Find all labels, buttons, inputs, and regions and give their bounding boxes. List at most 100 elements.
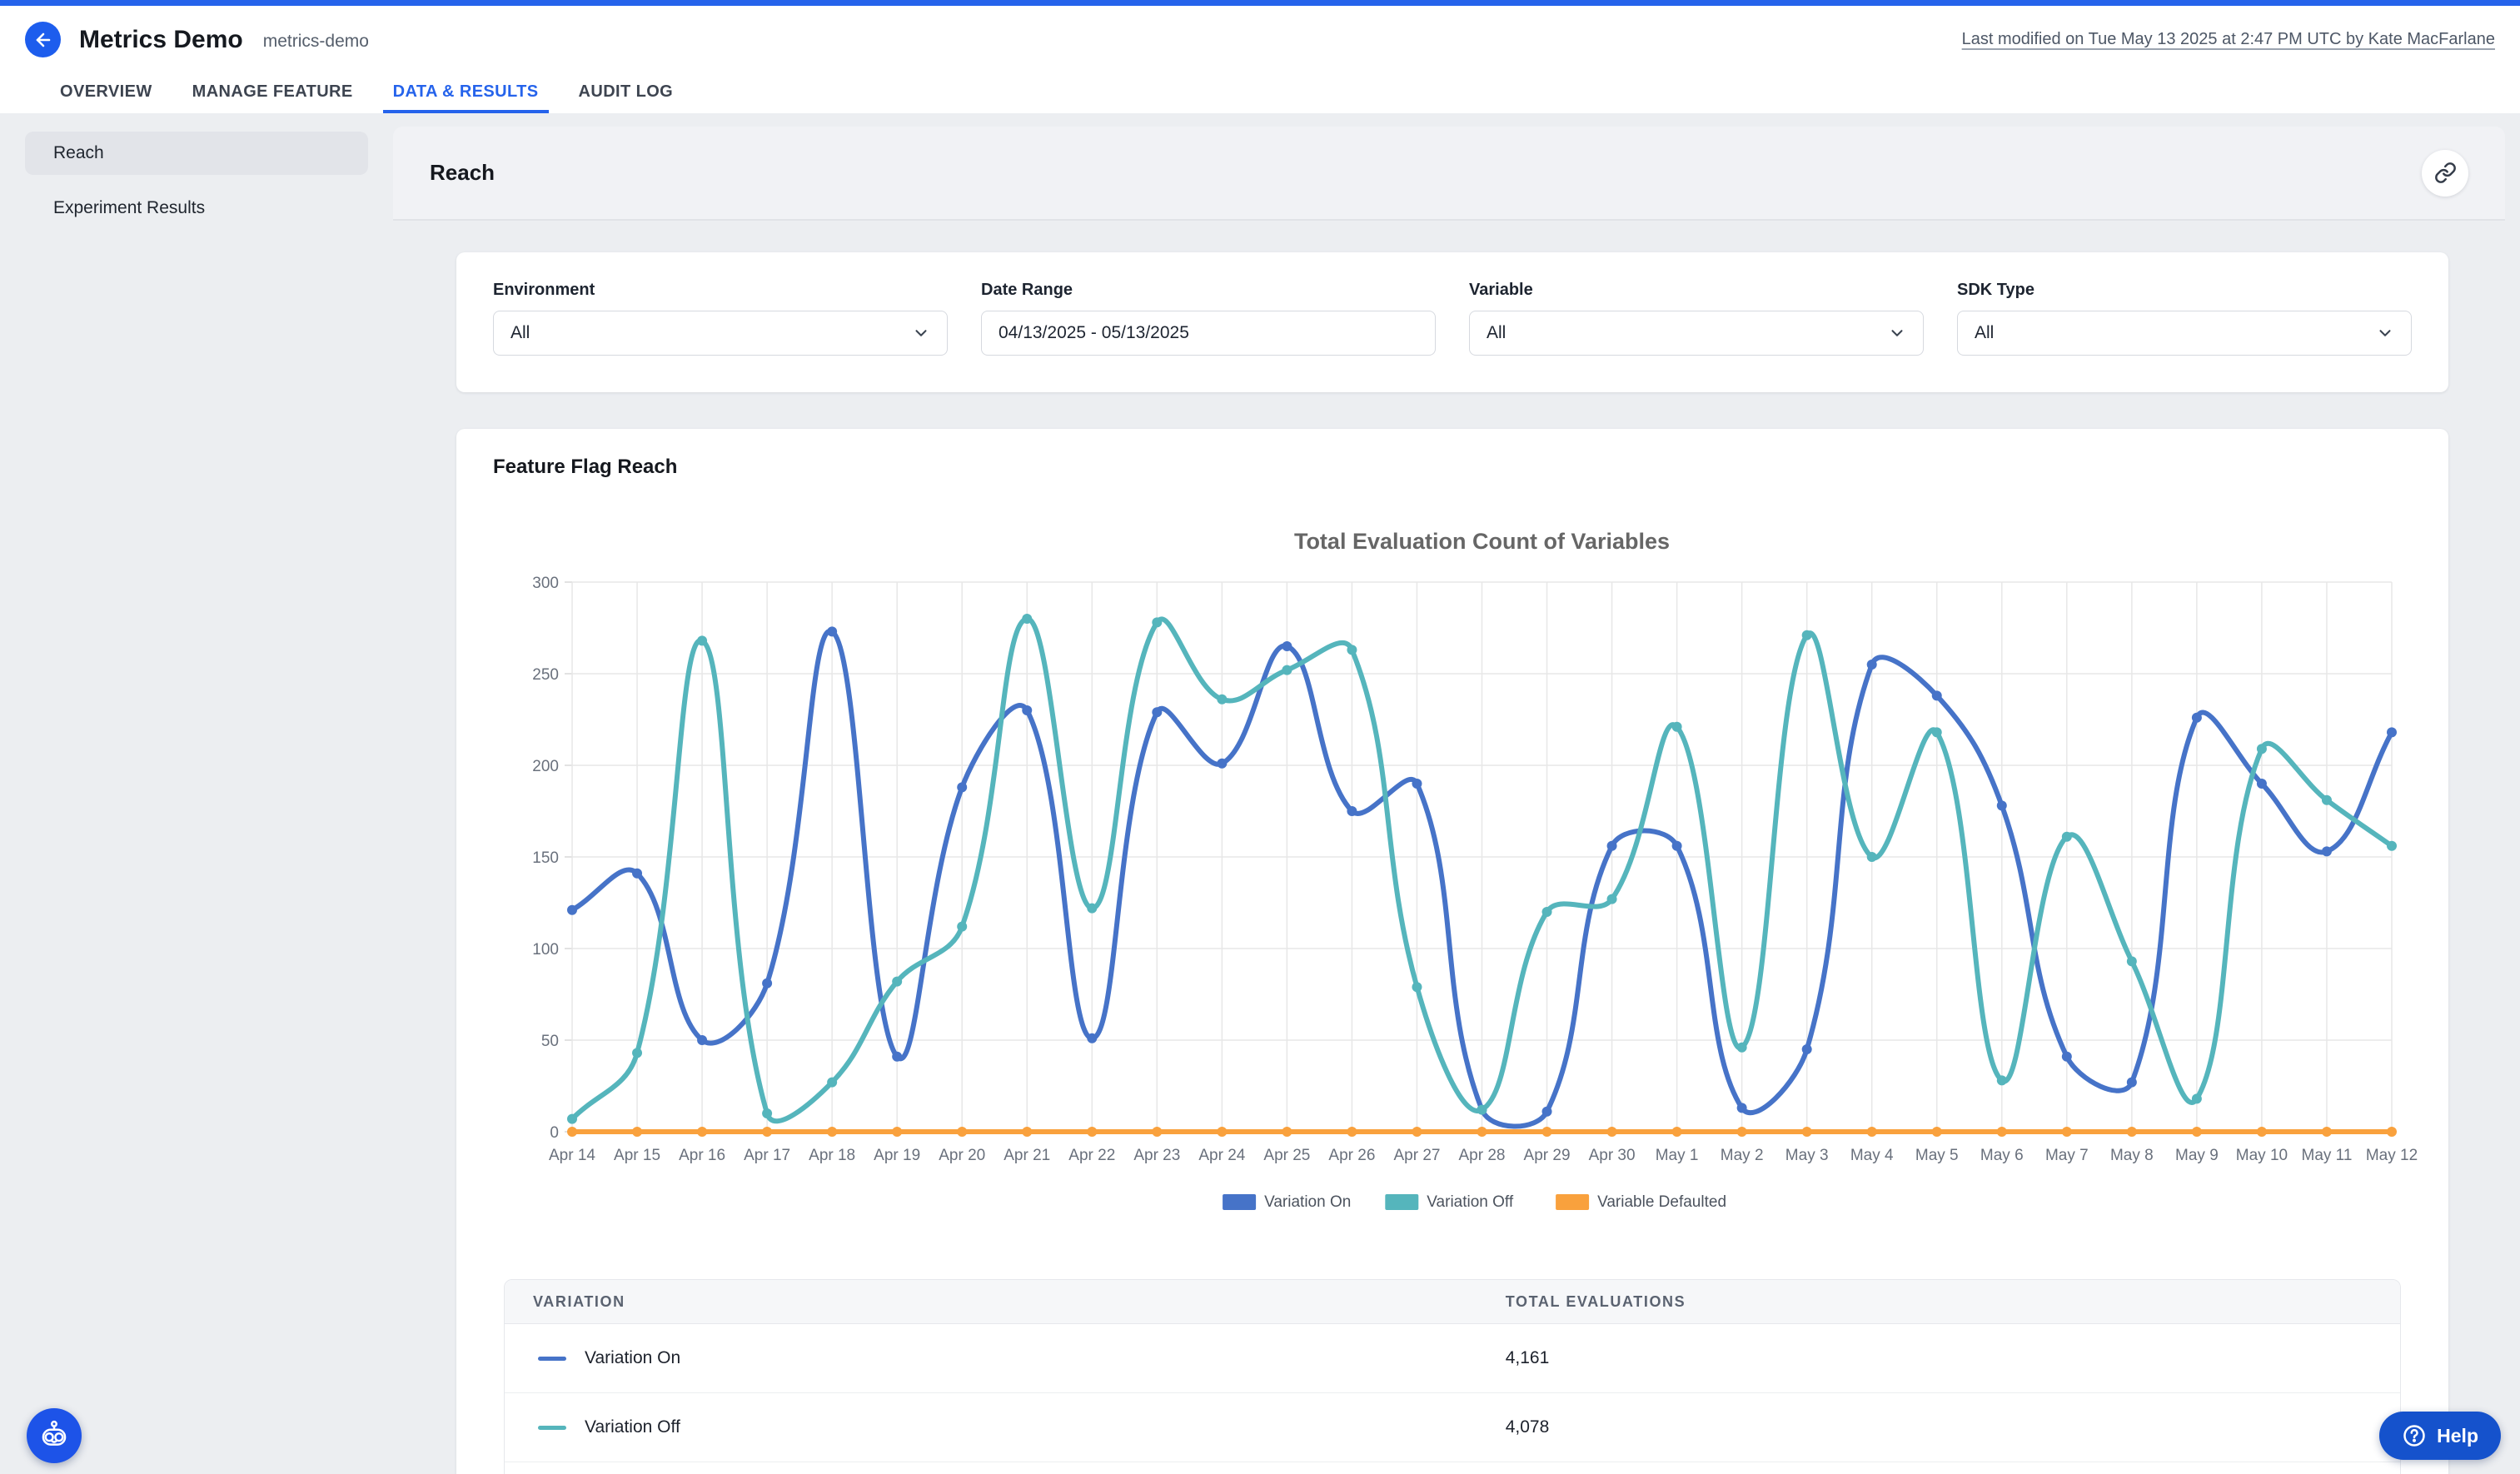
filter-sdk-type: SDK Type All <box>1957 281 2412 356</box>
back-button[interactable] <box>25 22 61 57</box>
arrow-left-icon <box>33 30 53 50</box>
svg-text:Apr 26: Apr 26 <box>1328 1147 1375 1164</box>
reach-chart-card: Feature Flag Reach Total Evaluation Coun… <box>456 429 2448 1474</box>
sdk-type-select[interactable]: All <box>1957 311 2412 356</box>
svg-text:Apr 19: Apr 19 <box>874 1147 920 1164</box>
sdk-type-label: SDK Type <box>1957 281 2412 300</box>
series-color-dash <box>538 1357 566 1361</box>
environment-label: Environment <box>493 281 948 300</box>
evaluation-count-line-chart[interactable]: Total Evaluation Count of Variables05010… <box>456 489 2448 1222</box>
svg-text:Apr 20: Apr 20 <box>939 1147 985 1164</box>
svg-text:Apr 14: Apr 14 <box>549 1147 595 1164</box>
sidebar-item-experiment-results[interactable]: Experiment Results <box>25 187 368 230</box>
top-accent-bar <box>0 0 2520 6</box>
col-total-evaluations: TOTAL EVALUATIONS <box>1506 1293 1686 1310</box>
svg-text:Apr 16: Apr 16 <box>679 1147 725 1164</box>
chart-card-title: Feature Flag Reach <box>493 456 2448 479</box>
svg-text:May 11: May 11 <box>2302 1147 2353 1164</box>
table-row: Variation On 4,161 <box>505 1324 2400 1393</box>
svg-text:Apr 27: Apr 27 <box>1393 1147 1440 1164</box>
filter-date-range: Date Range <box>981 281 1436 356</box>
sidebar: Reach Experiment Results <box>0 113 393 1474</box>
tab-data-results[interactable]: DATA & RESULTS <box>383 73 549 113</box>
copy-link-button[interactable] <box>2422 150 2468 197</box>
link-icon <box>2434 162 2457 184</box>
svg-text:May 2: May 2 <box>1721 1147 1764 1164</box>
chevron-down-icon <box>1888 324 1906 342</box>
date-range-label: Date Range <box>981 281 1436 300</box>
variable-value: All <box>1487 323 1506 343</box>
help-button[interactable]: Help <box>2379 1412 2501 1460</box>
legend-item[interactable]: Variation On <box>1223 1193 1351 1211</box>
variable-select[interactable]: All <box>1469 311 1924 356</box>
svg-text:May 4: May 4 <box>1850 1147 1894 1164</box>
feature-key: metrics-demo <box>263 32 369 52</box>
page-title: Metrics Demo <box>79 26 243 54</box>
svg-text:Variation Off: Variation Off <box>1427 1193 1514 1211</box>
row-label: Variation Off <box>585 1417 680 1437</box>
variation-table: VARIATION TOTAL EVALUATIONS Variation On… <box>504 1279 2401 1474</box>
svg-text:150: 150 <box>532 849 559 867</box>
question-circle-icon <box>2402 1423 2427 1448</box>
svg-text:May 7: May 7 <box>2045 1147 2089 1164</box>
row-label: Variation On <box>585 1348 680 1368</box>
row-value: 4,078 <box>1506 1417 1550 1437</box>
svg-text:50: 50 <box>541 1033 559 1050</box>
svg-text:Apr 15: Apr 15 <box>614 1147 660 1164</box>
robot-icon <box>36 1417 72 1454</box>
variable-label: Variable <box>1469 281 1924 300</box>
tab-bar: OVERVIEW MANAGE FEATURE DATA & RESULTS A… <box>0 73 2520 113</box>
filter-variable: Variable All <box>1469 281 1924 356</box>
table-header-row: VARIATION TOTAL EVALUATIONS <box>505 1280 2400 1324</box>
svg-text:May 10: May 10 <box>2236 1147 2288 1164</box>
svg-text:Total Evaluation Count of Vari: Total Evaluation Count of Variables <box>1294 529 1670 554</box>
svg-text:May 9: May 9 <box>2175 1147 2219 1164</box>
svg-text:Apr 22: Apr 22 <box>1068 1147 1115 1164</box>
filter-environment: Environment All <box>493 281 948 356</box>
svg-text:Apr 30: Apr 30 <box>1589 1147 1636 1164</box>
assistant-button[interactable] <box>27 1408 82 1463</box>
svg-text:300: 300 <box>532 575 559 592</box>
legend-item[interactable]: Variable Defaulted <box>1556 1193 1726 1211</box>
svg-text:May 5: May 5 <box>1915 1147 1959 1164</box>
app-header: Metrics Demo metrics-demo Last modified … <box>0 6 2520 73</box>
svg-text:May 8: May 8 <box>2110 1147 2154 1164</box>
svg-text:100: 100 <box>532 941 559 959</box>
date-range-input[interactable] <box>981 311 1436 356</box>
svg-text:Variation On: Variation On <box>1264 1193 1351 1211</box>
svg-text:Apr 18: Apr 18 <box>809 1147 855 1164</box>
help-label: Help <box>2437 1425 2478 1447</box>
col-variation: VARIATION <box>533 1293 625 1310</box>
table-row: Variation Off 4,078 <box>505 1393 2400 1462</box>
svg-text:200: 200 <box>532 758 559 775</box>
svg-text:Apr 17: Apr 17 <box>744 1147 790 1164</box>
tab-overview[interactable]: OVERVIEW <box>50 73 162 113</box>
table-row: Variable Defaulted 0 <box>505 1462 2400 1474</box>
svg-text:250: 250 <box>532 666 559 684</box>
svg-text:Apr 21: Apr 21 <box>1004 1147 1050 1164</box>
chevron-down-icon <box>912 324 930 342</box>
svg-text:May 3: May 3 <box>1785 1147 1829 1164</box>
filters-panel: Environment All Date Range Variable All … <box>456 252 2448 392</box>
svg-text:May 12: May 12 <box>2366 1147 2418 1164</box>
svg-text:May 1: May 1 <box>1656 1147 1699 1164</box>
svg-text:Variable Defaulted: Variable Defaulted <box>1597 1193 1726 1211</box>
last-modified-text: Last modified on Tue May 13 2025 at 2:47… <box>1962 30 2495 49</box>
svg-text:Apr 25: Apr 25 <box>1263 1147 1310 1164</box>
tab-audit-log[interactable]: AUDIT LOG <box>569 73 684 113</box>
legend-item[interactable]: Variation Off <box>1385 1193 1514 1211</box>
environment-value: All <box>510 323 530 343</box>
svg-text:May 6: May 6 <box>1980 1147 2024 1164</box>
chevron-down-icon <box>2376 324 2394 342</box>
row-value: 4,161 <box>1506 1348 1550 1367</box>
svg-text:Apr 24: Apr 24 <box>1198 1147 1245 1164</box>
section-title: Reach <box>430 160 495 186</box>
svg-text:Apr 29: Apr 29 <box>1524 1147 1571 1164</box>
sdk-type-value: All <box>1975 323 1994 343</box>
tab-manage-feature[interactable]: MANAGE FEATURE <box>182 73 363 113</box>
series-color-dash <box>538 1426 566 1430</box>
section-header: Reach <box>393 127 2505 221</box>
svg-text:Apr 28: Apr 28 <box>1459 1147 1506 1164</box>
environment-select[interactable]: All <box>493 311 948 356</box>
sidebar-item-reach[interactable]: Reach <box>25 132 368 175</box>
